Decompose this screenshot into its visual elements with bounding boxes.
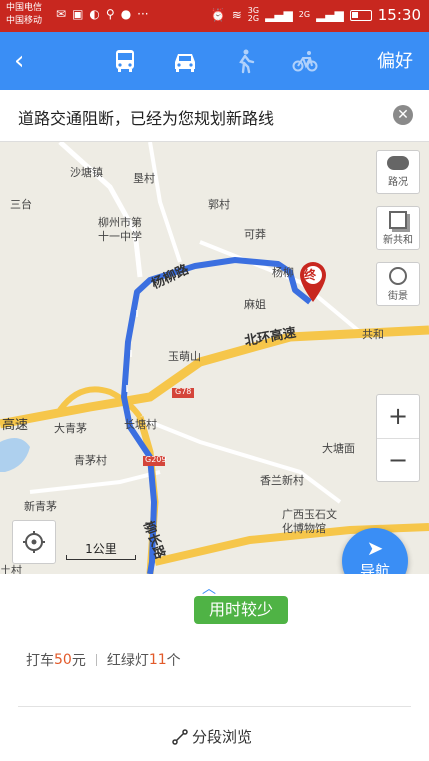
place-label: 共和: [362, 328, 384, 341]
bus-icon[interactable]: [108, 46, 142, 76]
water-area: [0, 438, 30, 472]
crosshair-icon: [23, 531, 45, 553]
preference-button[interactable]: 偏好: [377, 47, 413, 73]
car-icon[interactable]: [168, 46, 202, 76]
divider: [18, 706, 411, 707]
taxi-prefix: 打车: [26, 653, 54, 669]
place-label: 大塘面: [322, 442, 355, 455]
bus-icon-svg: [116, 50, 134, 72]
clock: 15:30: [377, 6, 421, 24]
panorama-label: 街景: [388, 290, 408, 302]
place-label: 青茅村: [74, 454, 107, 467]
poi-label: 广西玉石文 化博物馆: [282, 508, 337, 535]
walk-icon-svg: [239, 49, 255, 74]
bike-icon-svg: [292, 51, 318, 72]
app-icon: ●: [120, 7, 132, 21]
lights-unit: 个: [166, 653, 181, 669]
zoom-in-button[interactable]: +: [377, 395, 419, 439]
route-tag: 用时较少: [194, 596, 288, 624]
minor-road: [58, 142, 143, 278]
route-segment-icon: [172, 728, 188, 745]
battery-icon: [349, 9, 372, 21]
taxi-price: 50: [54, 652, 72, 668]
network-type: 3G 2G: [247, 6, 260, 23]
traffic-icon: [387, 156, 409, 170]
taxi-unit: 元: [71, 653, 86, 669]
chat-icon: ◐: [89, 7, 100, 21]
carrier-1: 中国电信: [6, 3, 43, 13]
place-label: 柳州市第 十一中学: [98, 216, 142, 243]
road-label: 高速: [2, 418, 29, 433]
minor-road: [199, 240, 362, 334]
place-label: 可莽: [244, 228, 266, 241]
route-info: 打车 50 元 红绿灯 11 个: [26, 650, 181, 670]
place-label: 麻姐: [244, 298, 266, 311]
signal-icon-2: ▂▄▆: [316, 8, 344, 22]
layers-icon: [389, 210, 407, 229]
map-view[interactable]: 沙塘镇 垦村 三台 郭村 柳州市第 十一中学 可莽 杨柳路 杨柳 麻姐 玉萌山 …: [0, 142, 429, 574]
car-icon-svg: [175, 54, 195, 72]
zoom-control: + −: [376, 394, 420, 482]
place-label: 长塘村: [124, 418, 157, 431]
place-label: 三台: [10, 198, 32, 211]
bike-icon[interactable]: [288, 46, 322, 76]
shield-label: G209: [145, 455, 167, 464]
image-icon: ▣: [72, 7, 84, 21]
place-label: 香兰新村: [260, 474, 304, 487]
shield-label: G78: [175, 387, 192, 396]
network-type-2: 2G: [298, 10, 311, 19]
more-icon: ···: [137, 7, 149, 21]
highway: [0, 325, 429, 429]
carrier-info: 中国电信 中国移动: [6, 2, 42, 28]
wechat-icon: ✉: [56, 7, 67, 21]
minor-road: [149, 420, 342, 504]
panorama-button[interactable]: 街景: [376, 262, 420, 306]
lights-prefix: 红绿灯: [106, 653, 149, 669]
place-label: 玉萌山: [168, 350, 201, 363]
navigate-arrow-icon: ➤: [366, 536, 384, 560]
segment-browse-button[interactable]: 分段浏览: [172, 726, 252, 747]
signal-icon: ▂▄▆: [265, 8, 293, 22]
end-marker-label: 终: [304, 268, 317, 282]
system-icons: ⏰ ≋ 3G 2G ▂▄▆ 2G ▂▄▆ 15:30: [211, 6, 421, 24]
place-label: 新青茅: [24, 500, 57, 513]
search-icon: ⚲: [105, 7, 115, 21]
reroute-notice: 道路交通阻断，已经为您规划新路线 ✕: [0, 90, 429, 142]
close-icon[interactable]: ✕: [393, 105, 413, 125]
notice-text: 道路交通阻断，已经为您规划新路线: [18, 109, 275, 128]
notification-icons: ✉ ▣ ◐ ⚲ ● ···: [56, 7, 149, 21]
carrier-2: 中国移动: [6, 16, 43, 26]
place-label: 垦村: [133, 172, 155, 185]
place-label: 沙塘镇: [70, 166, 103, 179]
minor-road: [29, 470, 161, 494]
place-label: 杨柳: [272, 266, 294, 279]
alarm-icon: ⏰: [210, 8, 226, 22]
layers-button[interactable]: 新共和: [376, 206, 420, 250]
segment-browse-label: 分段浏览: [192, 728, 253, 746]
place-label: 郭村: [208, 198, 230, 211]
route-header: ‹ 偏好: [0, 32, 429, 90]
map-scale: 1公里: [66, 540, 136, 560]
back-arrow-icon[interactable]: ‹: [14, 44, 44, 78]
wifi-icon: ≋: [231, 8, 242, 22]
minor-road: [148, 142, 182, 263]
locate-button[interactable]: [12, 520, 56, 564]
lights-count: 11: [148, 652, 167, 668]
panorama-icon: [389, 266, 407, 285]
walk-icon[interactable]: [228, 46, 262, 76]
info-separator: [95, 654, 97, 666]
chevron-up-icon[interactable]: ︿: [202, 578, 216, 598]
status-bar: 中国电信 中国移动 ✉ ▣ ◐ ⚲ ● ··· ⏰ ≋ 3G 2G ▂▄▆ 2G …: [0, 0, 429, 32]
layers-label: 新共和: [383, 234, 413, 246]
traffic-label: 路况: [388, 177, 408, 188]
zoom-out-button[interactable]: −: [377, 439, 419, 483]
traffic-button[interactable]: 路况: [376, 150, 420, 194]
place-label: 大青茅: [54, 422, 87, 435]
route-summary-panel: ︿ 用时较少 打车 50 元 红绿灯 11 个 分段浏览: [0, 574, 429, 761]
